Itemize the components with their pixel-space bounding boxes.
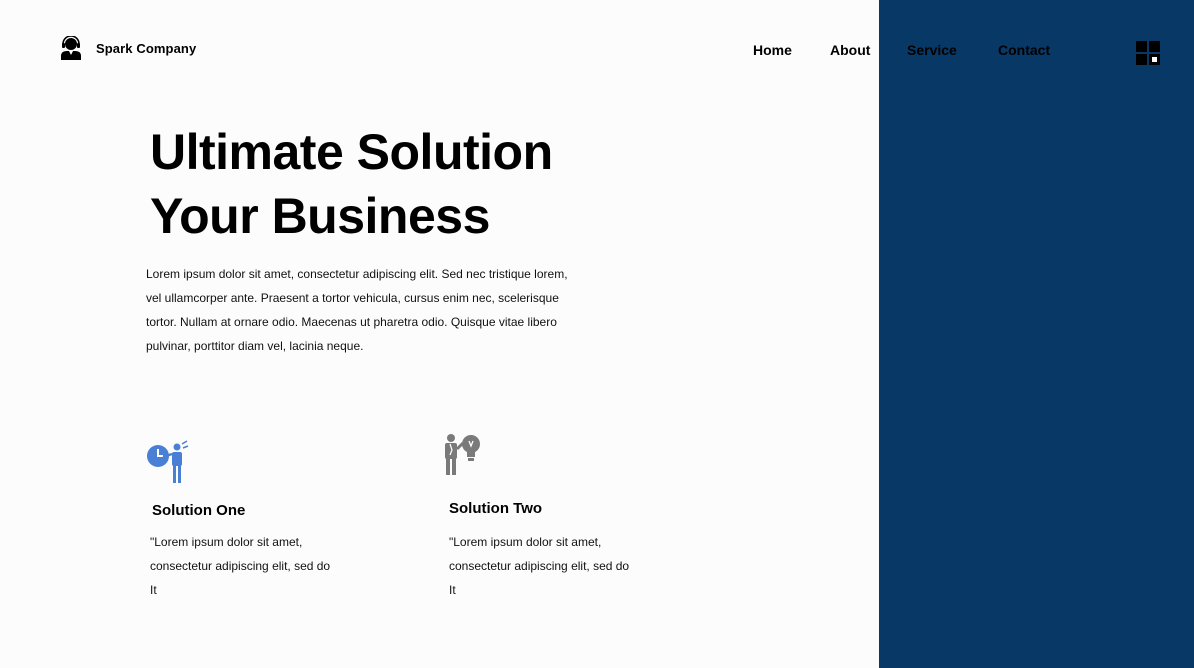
hero-title-line-1: Ultimate Solution: [150, 124, 553, 180]
feature-text: "Lorem ipsum dolor sit amet, consectetur…: [150, 535, 331, 597]
hero-title: Ultimate Solution Your Business: [150, 120, 553, 248]
grid-menu-icon[interactable]: [1136, 41, 1162, 67]
feature-card-two: Solution Two "Lorem ipsum dolor sit amet…: [443, 433, 629, 597]
clock-person-icon: [147, 440, 189, 483]
feature-title: Solution One: [152, 502, 246, 519]
side-panel: [879, 0, 1194, 668]
nav-contact[interactable]: Contact: [998, 42, 1050, 58]
hero-description: Lorem ipsum dolor sit amet, consectetur …: [146, 267, 568, 353]
nav-service[interactable]: Service: [907, 42, 957, 58]
nav-home[interactable]: Home: [753, 42, 792, 58]
feature-title: Solution Two: [449, 500, 543, 517]
person-lightbulb-icon: [445, 434, 480, 475]
feature-text: "Lorem ipsum dolor sit amet, consectetur…: [449, 535, 630, 597]
feature-card-one: Solution One "Lorem ipsum dolor sit amet…: [146, 440, 330, 597]
nav-about[interactable]: About: [830, 42, 870, 58]
hero-title-line-2: Your Business: [150, 188, 490, 244]
main-nav: Home About Service Contact: [0, 42, 1194, 60]
